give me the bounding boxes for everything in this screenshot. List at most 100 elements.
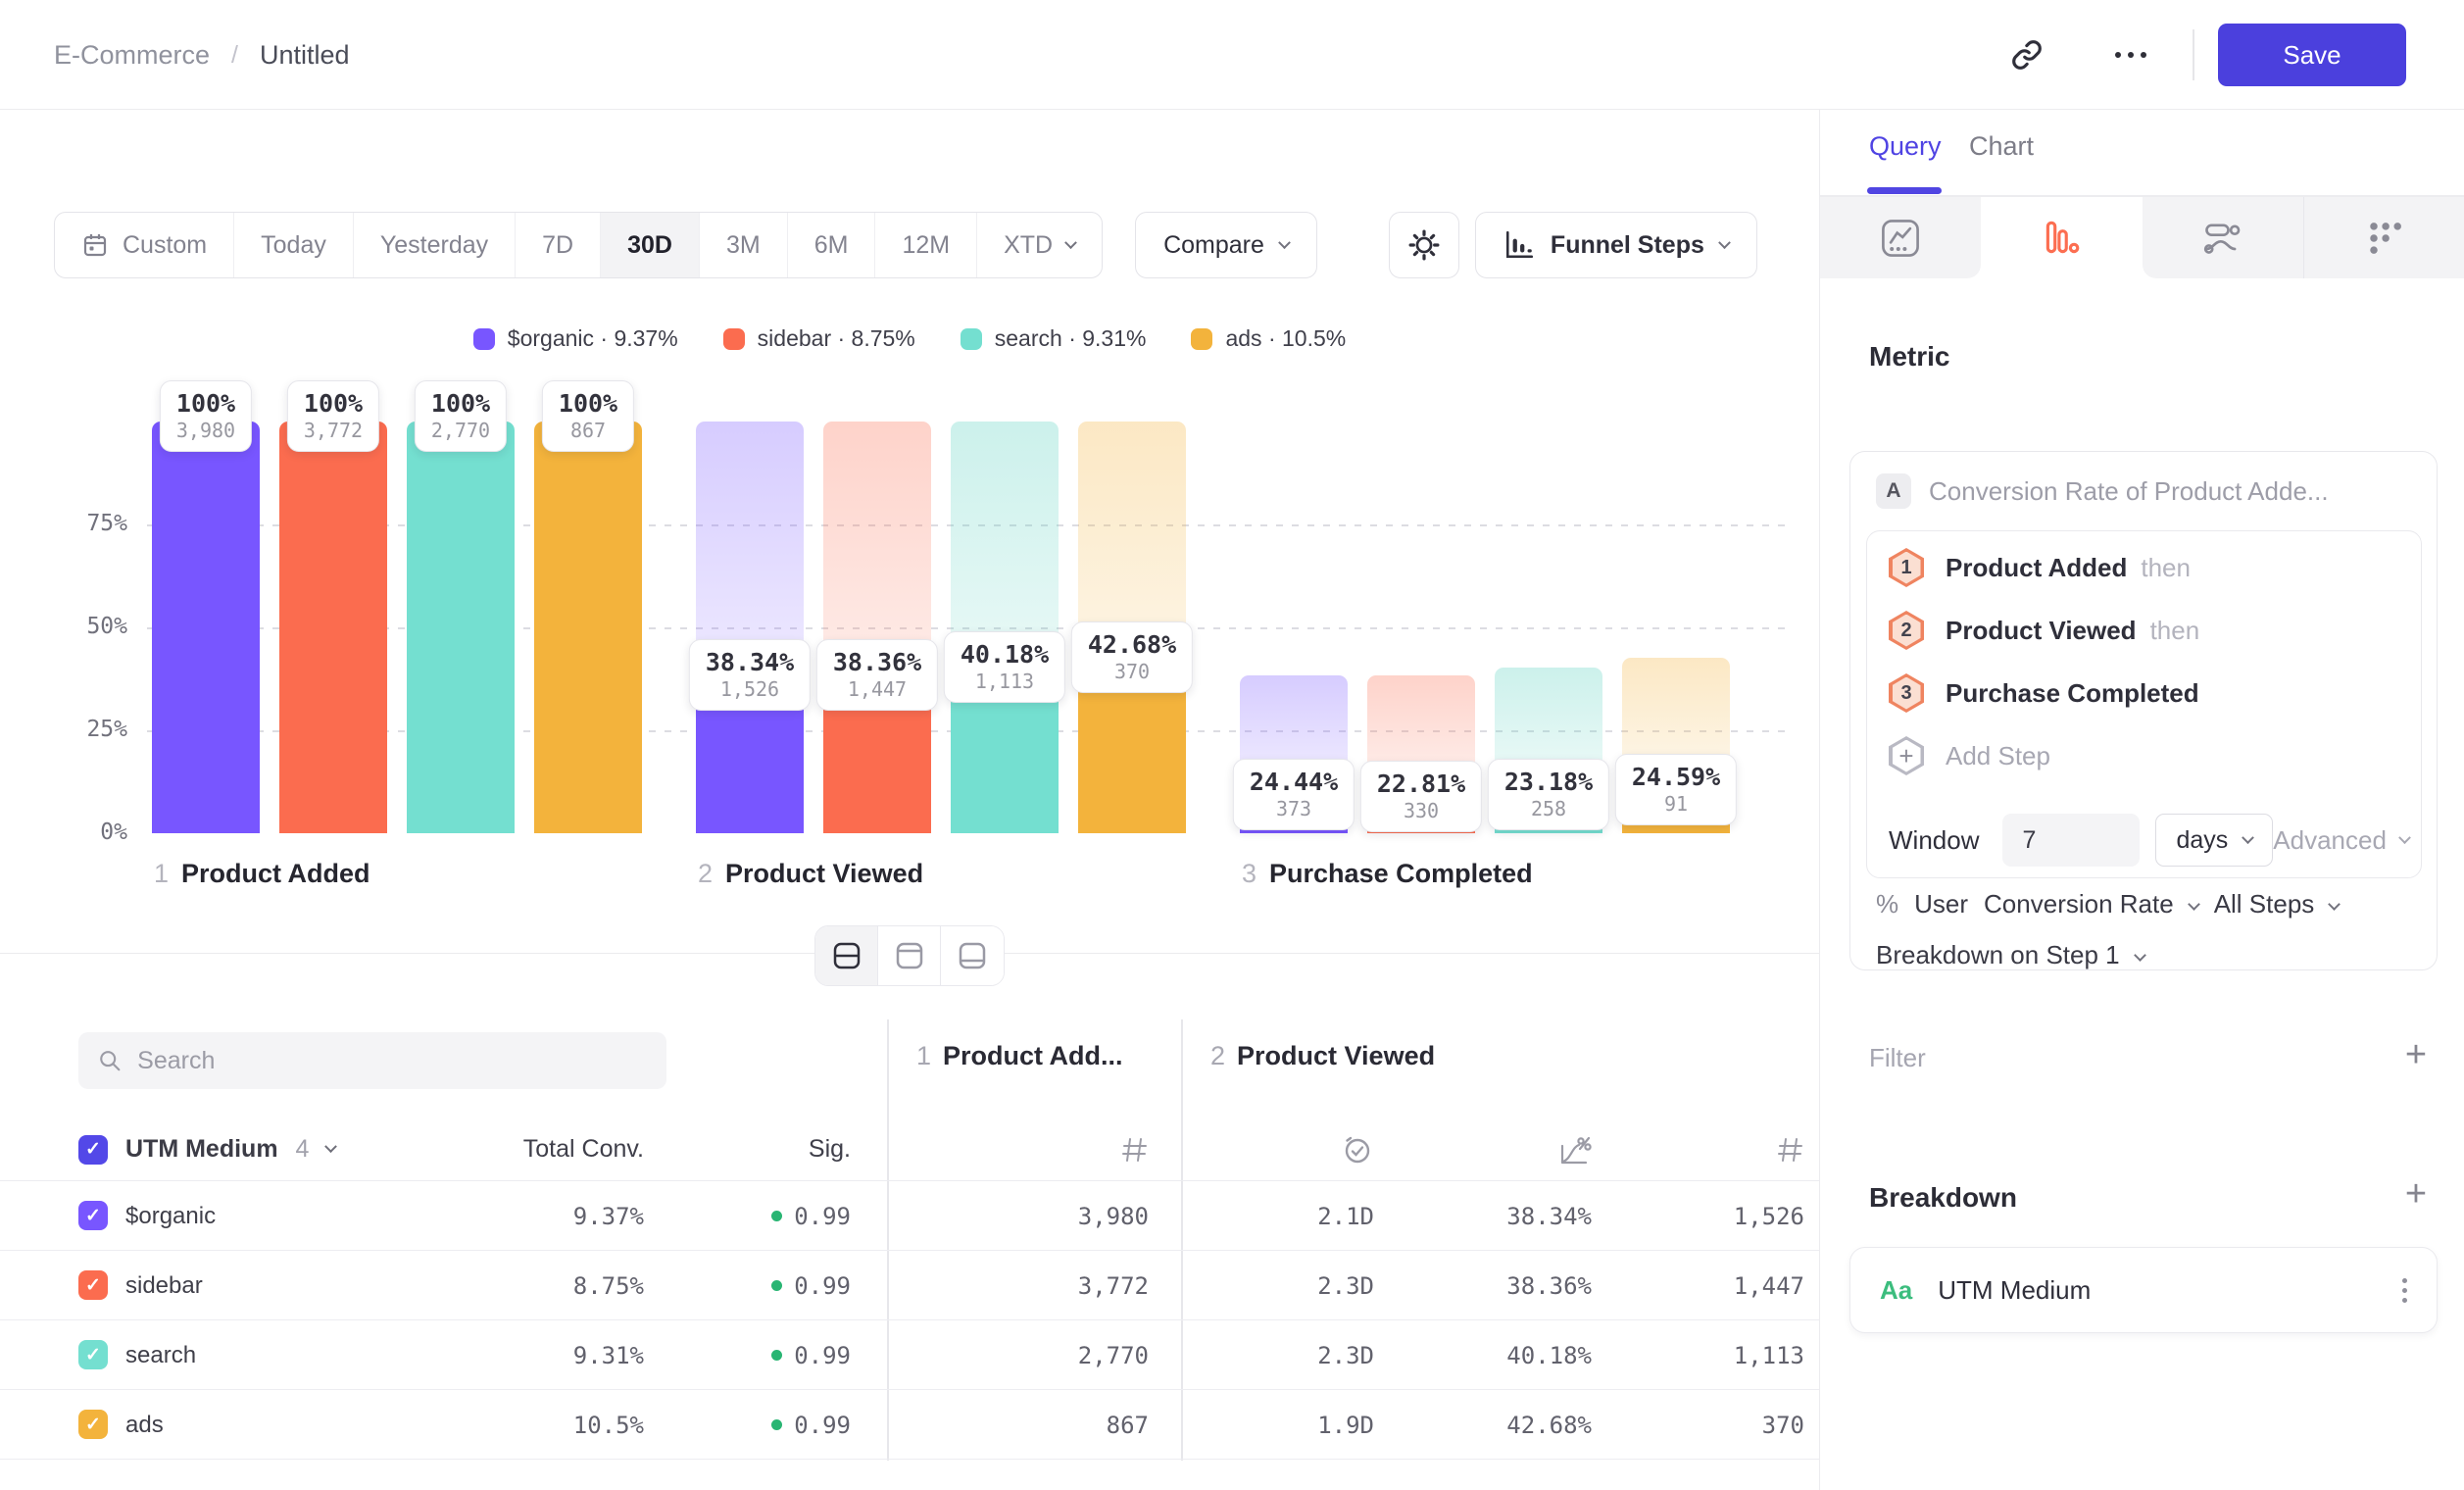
bar-pct-value: 38.34% xyxy=(706,647,794,677)
bar-value-label: 100%3,980 xyxy=(160,380,252,452)
breakdown-item[interactable]: Aa UTM Medium xyxy=(1849,1247,2438,1333)
date-range-custom[interactable]: Custom xyxy=(55,213,234,277)
bar-value-label: 40.18%1,113 xyxy=(944,631,1065,703)
share-link-button[interactable] xyxy=(2001,29,2052,80)
retention-report-tab[interactable] xyxy=(2304,197,2464,278)
legend-swatch-icon xyxy=(723,328,745,350)
step-name: Product Viewed xyxy=(725,859,923,888)
step2-count-cell: 1,113 xyxy=(1734,1320,1804,1390)
chart-only-view-button[interactable] xyxy=(878,926,941,985)
metric-title-row[interactable]: A Conversion Rate of Product Adde... xyxy=(1876,473,2329,509)
date-range-label: 7D xyxy=(542,231,573,260)
date-range-12m[interactable]: 12M xyxy=(875,213,977,277)
breadcrumb-page-title[interactable]: Untitled xyxy=(260,40,350,71)
breakdown-on-step-select[interactable]: Breakdown on Step 1 xyxy=(1876,940,2144,970)
legend-item[interactable]: sidebar · 8.75% xyxy=(723,325,915,352)
legend-item[interactable]: ads · 10.5% xyxy=(1191,325,1346,352)
date-range-7d[interactable]: 7D xyxy=(516,213,601,277)
add-filter-button[interactable]: + xyxy=(2396,1035,2436,1074)
search-input[interactable] xyxy=(137,1047,647,1075)
step1-count-column-header[interactable] xyxy=(1119,1118,1149,1181)
breakdown-heading: Breakdown xyxy=(1869,1182,2017,1214)
more-options-button[interactable] xyxy=(2105,29,2156,80)
significance-cell: 0.99 xyxy=(771,1320,851,1390)
window-value-input[interactable] xyxy=(2002,814,2140,867)
active-tab-underline xyxy=(1867,187,1942,194)
insights-report-tab[interactable] xyxy=(1820,197,1981,278)
ellipsis-icon xyxy=(2111,49,2150,61)
chart-step-label-1: 1Product Added xyxy=(154,859,370,889)
funnel-bar-sidebar-step1[interactable] xyxy=(279,422,387,833)
bar-value-label: 24.44%373 xyxy=(1233,759,1355,830)
table-only-view-button[interactable] xyxy=(941,926,1004,985)
step-event-name: Purchase Completed xyxy=(1946,678,2199,709)
significance-cell: 0.99 xyxy=(771,1390,851,1460)
date-range-segmented-control: Custom Today Yesterday 7D 30D 3M 6M 12M … xyxy=(54,212,1103,278)
avg-time-column-header[interactable] xyxy=(1341,1118,1374,1181)
query-panel: Query Chart Metric xyxy=(1819,110,2464,1490)
legend-item[interactable]: $organic · 9.37% xyxy=(473,325,678,352)
advanced-toggle[interactable]: Advanced xyxy=(2273,825,2409,856)
funnel-step-2[interactable]: 2 Product Viewed then xyxy=(1889,610,2199,651)
split-view-button[interactable] xyxy=(815,926,878,985)
breakdown-options-kebab[interactable] xyxy=(2402,1278,2407,1303)
total-conv-header[interactable]: Total Conv. xyxy=(523,1118,644,1181)
compare-button[interactable]: Compare xyxy=(1135,212,1317,278)
legend-item[interactable]: search · 9.31% xyxy=(961,325,1147,352)
select-all-checkbox[interactable]: ✓ xyxy=(78,1135,108,1165)
date-range-xtd[interactable]: XTD xyxy=(977,213,1102,277)
y-axis-tick: 50% xyxy=(61,614,127,639)
step-title: Product Add... xyxy=(943,1041,1123,1070)
flows-report-tab[interactable] xyxy=(2143,197,2304,278)
funnels-report-tab-active[interactable] xyxy=(1981,197,2142,278)
measurement-metric-select[interactable]: Conversion Rate xyxy=(1984,889,2174,919)
row-checkbox[interactable]: ✓ xyxy=(78,1270,108,1300)
row-checkbox[interactable]: ✓ xyxy=(78,1410,108,1439)
sig-header[interactable]: Sig. xyxy=(809,1118,851,1181)
step2-count-cell: 1,526 xyxy=(1734,1181,1804,1251)
flows-icon xyxy=(2201,217,2244,260)
table-search[interactable] xyxy=(78,1032,666,1089)
breadcrumb-project[interactable]: E-Commerce xyxy=(54,40,210,71)
chevron-down-icon xyxy=(2398,831,2411,844)
y-axis-tick: 75% xyxy=(61,511,127,536)
date-range-today[interactable]: Today xyxy=(234,213,354,277)
funnel-bar-$organic-step1[interactable] xyxy=(152,422,260,833)
bar-count-value: 373 xyxy=(1250,797,1338,821)
report-type-tabs xyxy=(1820,197,2464,278)
y-axis-tick: 25% xyxy=(61,717,127,742)
date-range-3m[interactable]: 3M xyxy=(700,213,788,277)
legend-swatch-icon xyxy=(1191,328,1212,350)
chart-settings-button[interactable] xyxy=(1389,212,1459,278)
funnel-bar-ads-step1[interactable] xyxy=(534,422,642,833)
add-step-label: Add Step xyxy=(1946,741,2050,771)
date-range-6m[interactable]: 6M xyxy=(788,213,876,277)
chevron-down-icon xyxy=(2188,898,2200,911)
step-event-name: Product Added xyxy=(1946,553,2127,583)
tab-chart[interactable]: Chart xyxy=(1969,131,2034,162)
funnel-step-3[interactable]: 3 Purchase Completed xyxy=(1889,672,2199,714)
bar-pct-value: 42.68% xyxy=(1088,629,1176,660)
step-then-label: then xyxy=(2141,553,2191,583)
add-breakdown-button[interactable]: + xyxy=(2396,1174,2436,1214)
bar-value-label: 100%3,772 xyxy=(287,380,379,452)
conversion-rate-cell: 38.36% xyxy=(1506,1251,1592,1320)
tab-query[interactable]: Query xyxy=(1869,131,1942,162)
chart-type-button[interactable]: Funnel Steps xyxy=(1475,212,1757,278)
funnel-step-1[interactable]: 1 Product Added then xyxy=(1889,547,2191,588)
bar-pct-value: 100% xyxy=(304,388,363,419)
window-unit-select[interactable]: days xyxy=(2155,814,2273,867)
date-range-30d-active[interactable]: 30D xyxy=(601,213,700,277)
step1-count-cell: 3,980 xyxy=(1078,1181,1149,1251)
breakdown-column-label[interactable]: UTM Medium xyxy=(125,1135,278,1164)
save-button[interactable]: Save xyxy=(2218,24,2406,86)
funnel-bar-search-step1[interactable] xyxy=(407,422,515,833)
date-range-yesterday[interactable]: Yesterday xyxy=(354,213,516,277)
measurement-user[interactable]: User xyxy=(1914,889,1968,919)
add-step-button[interactable]: + Add Step xyxy=(1889,735,2050,776)
row-checkbox[interactable]: ✓ xyxy=(78,1340,108,1369)
conv-rate-column-header[interactable] xyxy=(1556,1118,1592,1181)
row-checkbox[interactable]: ✓ xyxy=(78,1201,108,1230)
measurement-scope-select[interactable]: All Steps xyxy=(2214,889,2315,919)
step2-count-column-header[interactable] xyxy=(1775,1118,1804,1181)
